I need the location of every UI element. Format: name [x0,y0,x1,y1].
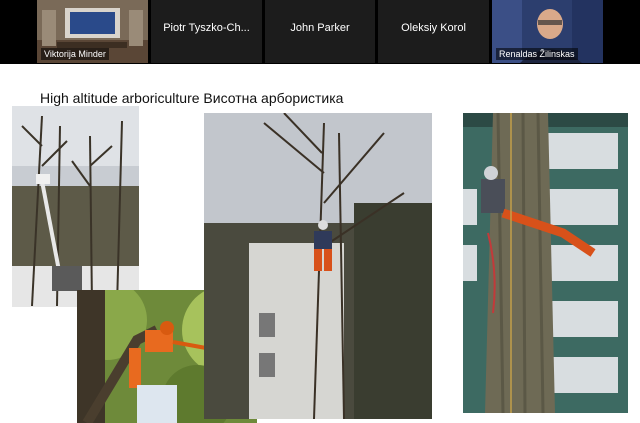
participant-name: Viktorija Minder [41,48,109,60]
photo-climber-tree [204,113,432,419]
participant-name: Piotr Tyszko-Ch... [163,22,250,34]
shared-slide: High altitude arboriculture Висотна арбо… [0,64,640,423]
participant-tile[interactable]: Piotr Tyszko-Ch... [151,0,262,63]
participant-tile[interactable]: Oleksiy Korol [378,0,489,63]
photo-climber-trunk [463,113,628,413]
participant-name: John Parker [290,22,350,34]
slide-title: High altitude arboriculture Висотна арбо… [40,90,344,106]
participants-bar: Viktorija Minder Piotr Tyszko-Ch... John… [0,0,640,64]
participant-tile[interactable]: John Parker [265,0,375,63]
photo-aerial-lift [12,106,139,307]
participant-tile-video[interactable]: Viktorija Minder [37,0,148,63]
participant-name: Renaldas Žilinskas [496,48,578,60]
participant-name: Oleksiy Korol [401,22,466,34]
participant-tile-video[interactable]: Renaldas Žilinskas [492,0,603,63]
